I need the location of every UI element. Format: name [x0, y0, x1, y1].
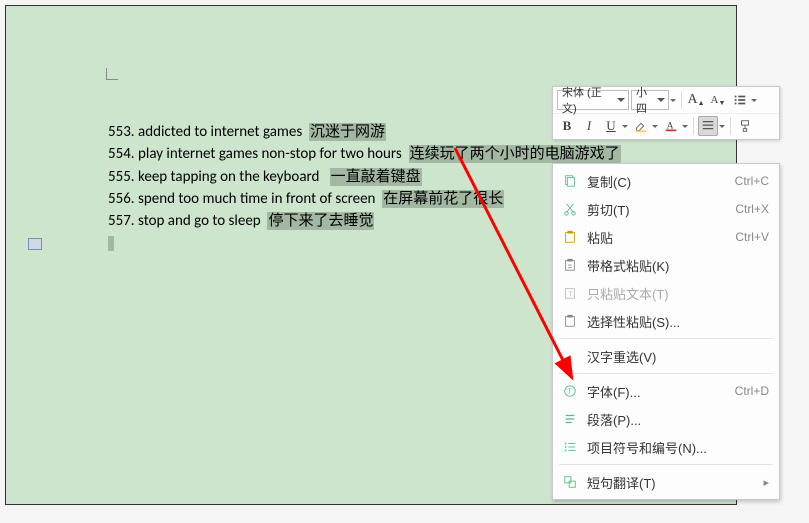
list-item: 557. stop and go to sleep 停下来了去睡觉: [108, 211, 621, 231]
context-menu-item[interactable]: 带格式粘贴(K): [553, 251, 779, 279]
paste-icon: [559, 227, 581, 247]
font-color-icon[interactable]: A: [661, 116, 681, 136]
context-menu-label: 粘贴: [587, 228, 735, 247]
chevron-down-icon[interactable]: [621, 116, 629, 136]
list-zh: 停下来了去睡觉: [267, 212, 374, 230]
chevron-down-icon[interactable]: [718, 116, 726, 136]
paste-special-icon: [559, 311, 581, 331]
align-button[interactable]: [698, 116, 718, 136]
increase-font-icon[interactable]: A▲: [686, 90, 706, 110]
list-en: stop and go to sleep: [138, 212, 261, 230]
list-en: keep tapping on the keyboard: [138, 168, 319, 186]
font-size-select[interactable]: 小四: [631, 90, 669, 110]
context-menu-item[interactable]: 选择性粘贴(S)...: [553, 307, 779, 335]
list-item: 553. addicted to internet games 沉迷于网游: [108, 122, 621, 142]
paste-text-icon: T: [559, 283, 581, 303]
context-menu: 复制(C)Ctrl+C剪切(T)Ctrl+X粘贴Ctrl+V带格式粘贴(K)T只…: [552, 163, 780, 500]
translate-icon: [559, 472, 581, 492]
context-menu-label: 复制(C): [587, 172, 735, 191]
font-size-value: 小四: [636, 84, 654, 116]
context-menu-item[interactable]: T 字体(F)...Ctrl+D: [553, 377, 779, 405]
context-menu-separator: [559, 464, 773, 465]
list-zh: 连续玩了两个小时的电脑游戏了: [409, 145, 621, 163]
list-number: 556.: [108, 190, 135, 208]
list-number: 555.: [108, 168, 135, 186]
chevron-down-icon[interactable]: [750, 90, 758, 110]
chevron-down-icon[interactable]: [669, 90, 677, 110]
text-cursor: [108, 236, 114, 251]
mini-toolbar: 宋体 (正文) 小四 A▲ A▼ B I U A: [552, 86, 780, 140]
font-icon: T: [559, 381, 581, 401]
page-corner-mark: [106, 68, 118, 80]
list-number: 553.: [108, 123, 135, 141]
context-menu-label: 短句翻译(T): [587, 473, 763, 492]
paragraph-icon: [559, 409, 581, 429]
context-menu-separator: [559, 338, 773, 339]
bullets-icon: [559, 437, 581, 457]
decrease-font-icon[interactable]: A▼: [708, 90, 728, 110]
context-menu-item[interactable]: 剪切(T)Ctrl+X: [553, 195, 779, 223]
context-menu-label: 字体(F)...: [587, 382, 735, 401]
underline-button[interactable]: U: [601, 116, 621, 136]
context-menu-item[interactable]: 汉字重选(V): [553, 342, 779, 370]
svg-text:T: T: [567, 388, 572, 396]
highlight-color-icon[interactable]: [631, 116, 651, 136]
context-menu-shortcut: Ctrl+X: [735, 202, 769, 216]
context-menu-label: 带格式粘贴(K): [587, 256, 769, 275]
context-menu-separator: [559, 373, 773, 374]
paste-fmt-icon: [559, 255, 581, 275]
context-menu-item[interactable]: 项目符号和编号(N)...: [553, 433, 779, 461]
layout-options-icon[interactable]: [28, 238, 42, 250]
list-en: addicted to internet games: [138, 123, 302, 141]
context-menu-label: 项目符号和编号(N)...: [587, 438, 769, 457]
cut-icon: [559, 199, 581, 219]
document-content[interactable]: 553. addicted to internet games 沉迷于网游 55…: [108, 122, 621, 256]
list-item: 556. spend too much time in front of scr…: [108, 189, 621, 209]
context-menu-item: T 只粘贴文本(T): [553, 279, 779, 307]
submenu-arrow-icon: ▸: [763, 476, 769, 489]
list-en: spend too much time in front of screen: [138, 190, 375, 208]
list-zh: 一直敲着键盘: [330, 168, 422, 186]
context-menu-item[interactable]: 复制(C)Ctrl+C: [553, 167, 779, 195]
reconvert-icon: [559, 346, 581, 366]
italic-button[interactable]: I: [579, 116, 599, 136]
font-family-select[interactable]: 宋体 (正文): [557, 90, 629, 110]
bold-button[interactable]: B: [557, 116, 577, 136]
context-menu-item[interactable]: 短句翻译(T)▸: [553, 468, 779, 496]
context-menu-shortcut: Ctrl+D: [735, 384, 769, 398]
context-menu-label: 剪切(T): [587, 200, 735, 219]
chevron-down-icon[interactable]: [681, 116, 689, 136]
context-menu-shortcut: Ctrl+C: [735, 174, 769, 188]
svg-text:T: T: [568, 292, 573, 299]
list-number: 557.: [108, 212, 135, 230]
list-item: 555. keep tapping on the keyboard 一直敲着键盘: [108, 167, 621, 187]
list-style-icon[interactable]: [730, 90, 750, 110]
chevron-down-icon[interactable]: [651, 116, 659, 136]
font-family-value: 宋体 (正文): [562, 84, 614, 116]
list-zh: 沉迷于网游: [309, 123, 386, 141]
context-menu-shortcut: Ctrl+V: [735, 230, 769, 244]
context-menu-label: 段落(P)...: [587, 410, 769, 429]
context-menu-label: 汉字重选(V): [587, 347, 769, 366]
list-zh: 在屏幕前花了很长: [382, 190, 504, 208]
document-viewport: 553. addicted to internet games 沉迷于网游 55…: [5, 5, 737, 505]
context-menu-item[interactable]: 粘贴Ctrl+V: [553, 223, 779, 251]
context-menu-label: 选择性粘贴(S)...: [587, 312, 769, 331]
list-en: play internet games non-stop for two hou…: [138, 145, 402, 163]
copy-icon: [559, 171, 581, 191]
context-menu-item[interactable]: 段落(P)...: [553, 405, 779, 433]
context-menu-label: 只粘贴文本(T): [587, 284, 769, 303]
list-item: 554. play internet games non-stop for tw…: [108, 144, 621, 164]
list-number: 554.: [108, 145, 135, 163]
format-painter-icon[interactable]: [735, 116, 755, 136]
